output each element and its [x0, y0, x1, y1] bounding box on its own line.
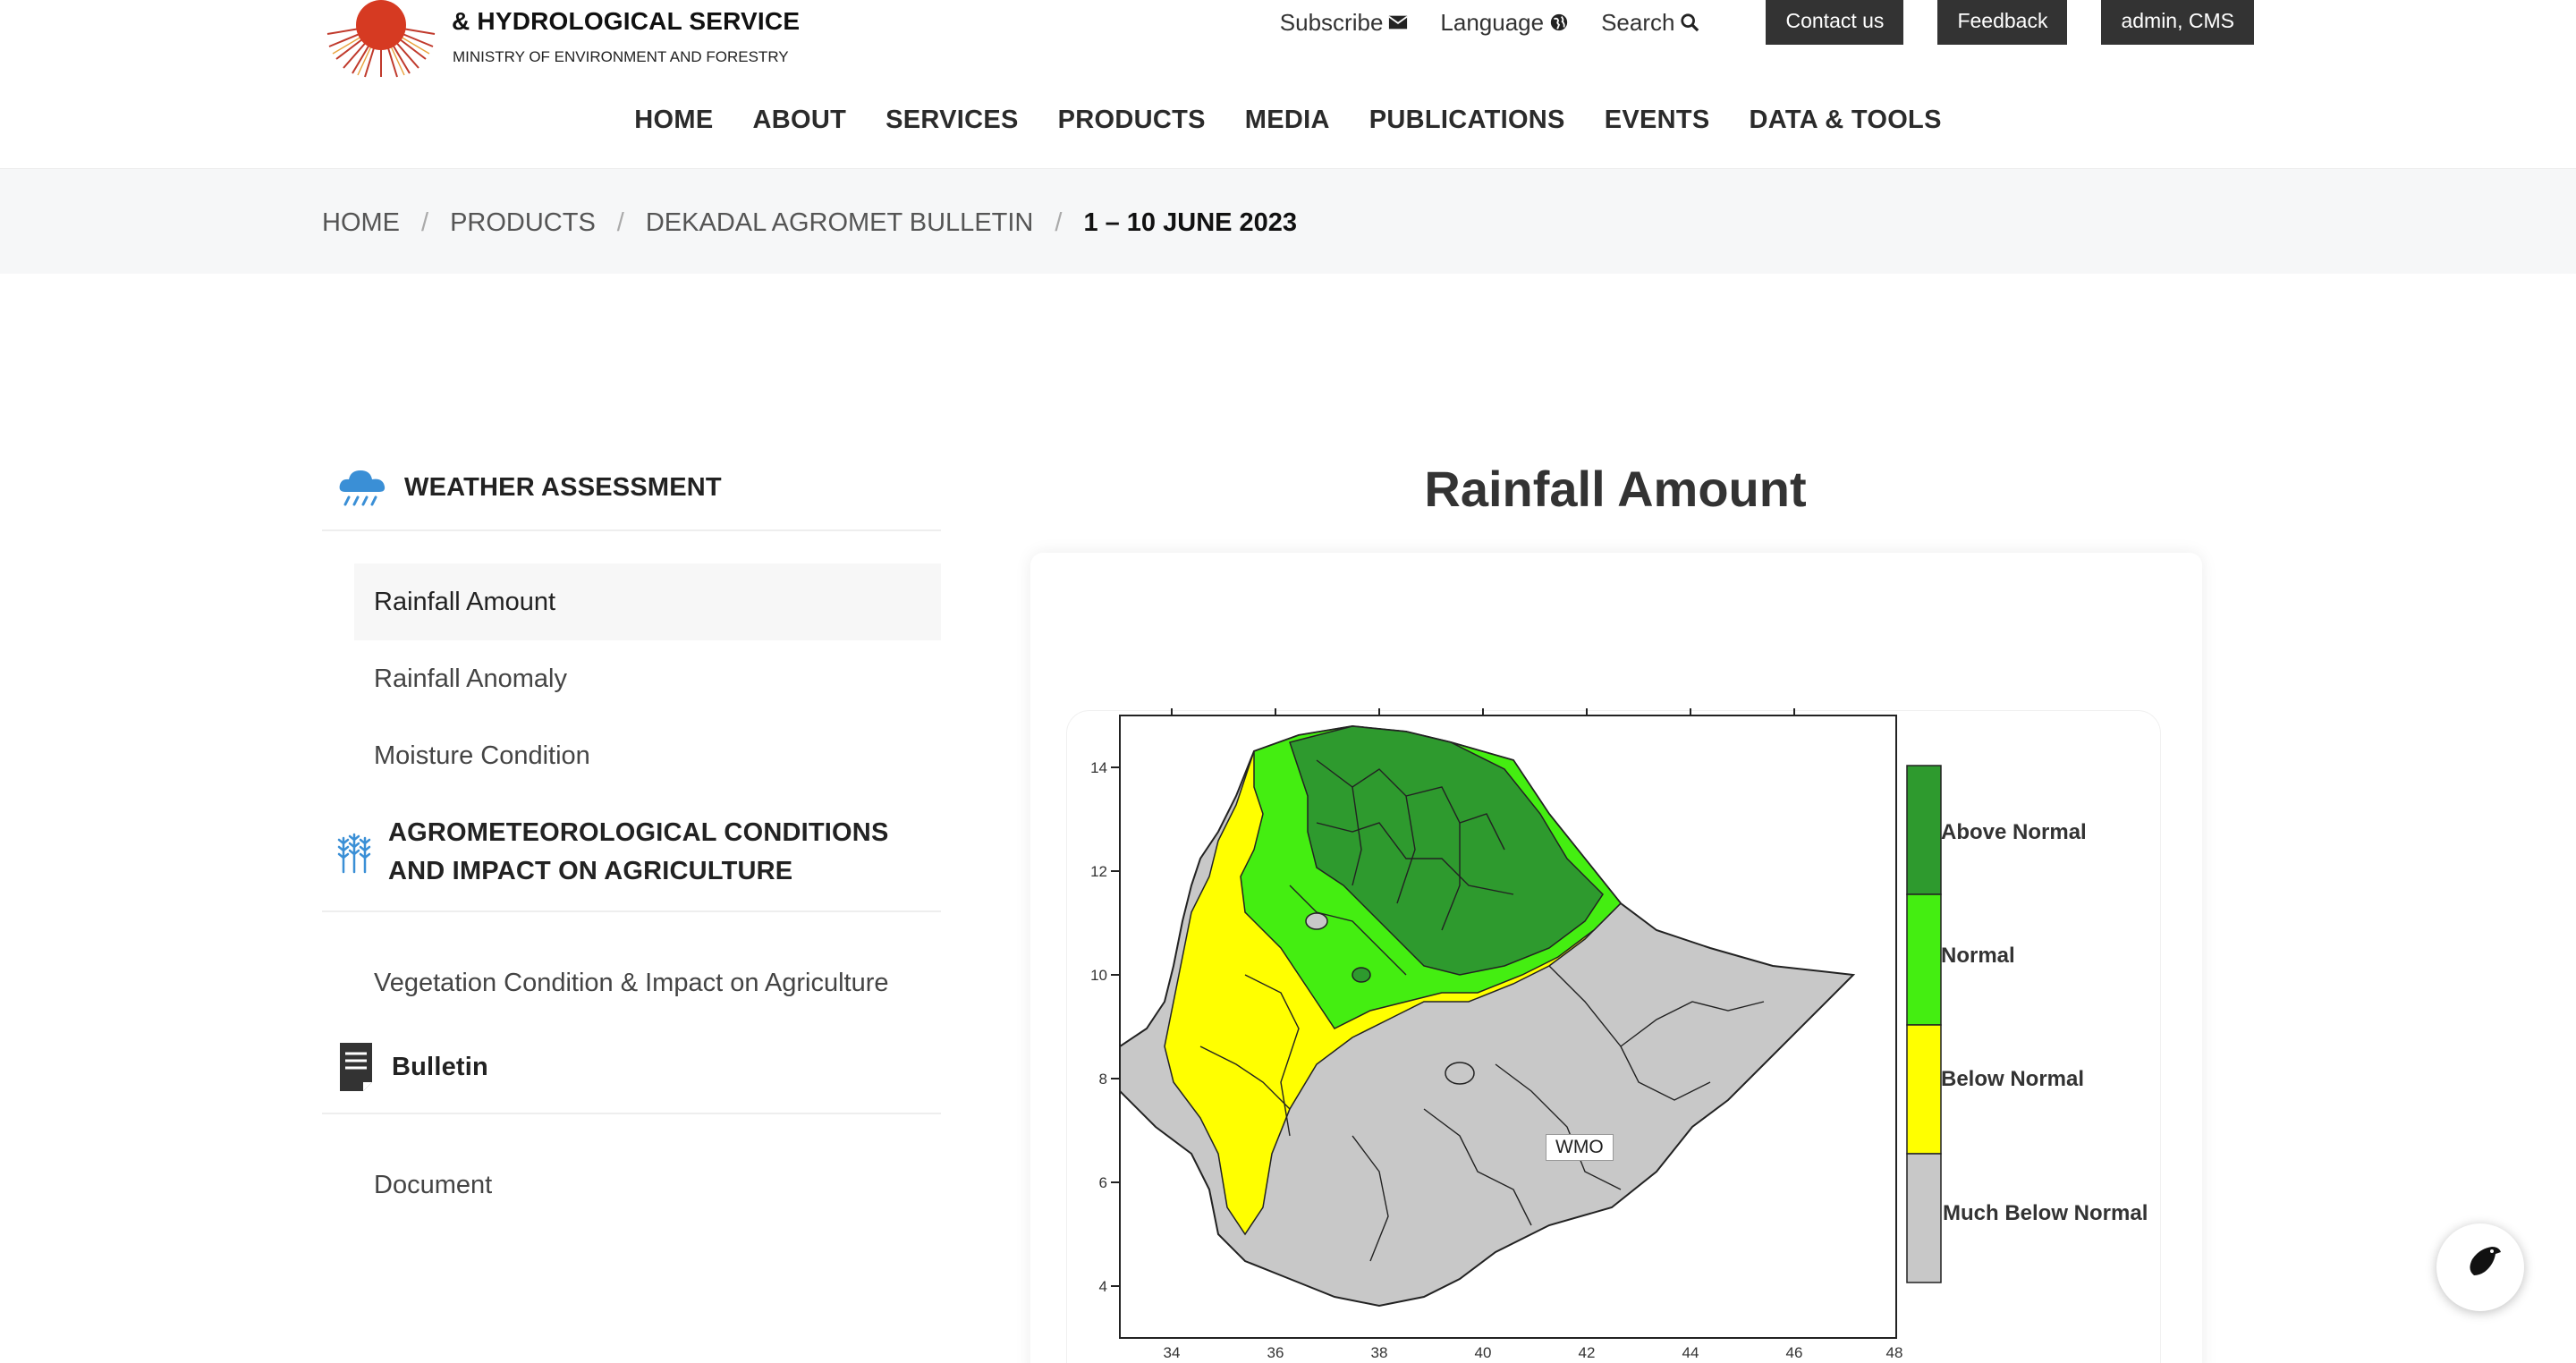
main-nav: HOME ABOUT SERVICES PRODUCTS MEDIA PUBLI…	[0, 106, 2576, 135]
rainfall-amount-map: 14 12 10 8 6 4 34 36 38 40 42 44 46 48 A…	[1090, 708, 2148, 1361]
legend-swatch-below-normal	[1906, 1024, 1942, 1155]
sidebar-item-document[interactable]: Document	[322, 1147, 941, 1223]
breadcrumb: HOME / PRODUCTS / DEKADAL AGROMET BULLET…	[322, 208, 1297, 238]
agromet-heading: AGROMETEOROLOGICAL CONDITIONS AND IMPACT…	[388, 818, 889, 885]
nav-publications[interactable]: PUBLICATIONS	[1369, 106, 1565, 135]
utility-bar: Subscribe Language Search Contact us Fee…	[1280, 0, 2254, 45]
nav-home[interactable]: HOME	[634, 106, 713, 135]
nav-events[interactable]: EVENTS	[1605, 106, 1710, 135]
x-tick-label: 40	[1475, 1344, 1492, 1361]
legend-swatch-normal	[1906, 893, 1942, 1026]
bird-icon	[2463, 1247, 2501, 1290]
globe-icon	[1550, 13, 1568, 31]
section-bulletin[interactable]: Bulletin	[322, 1041, 941, 1114]
x-tick-label: 38	[1371, 1344, 1388, 1361]
x-tick-label: 36	[1267, 1344, 1284, 1361]
nav-media[interactable]: MEDIA	[1245, 106, 1330, 135]
map-watermark: WMO	[1546, 1134, 1614, 1161]
language-link[interactable]: Language	[1440, 9, 1569, 37]
y-tick-label: 4	[1099, 1278, 1107, 1295]
section-agromet-conditions[interactable]: AGROMETEOROLOGICAL CONDITIONS AND IMPACT…	[322, 814, 941, 912]
breadcrumb-products[interactable]: PRODUCTS	[450, 208, 596, 238]
breadcrumb-bar: HOME / PRODUCTS / DEKADAL AGROMET BULLET…	[0, 168, 2576, 274]
breadcrumb-current: 1 – 10 JUNE 2023	[1083, 208, 1298, 237]
chat-widget-button[interactable]	[2436, 1223, 2524, 1311]
legend-label: Below Normal	[1941, 1067, 2084, 1091]
contact-us-button[interactable]: Contact us	[1766, 0, 1904, 45]
site-header: & HYDROLOGICAL SERVICE MINISTRY OF ENVIR…	[0, 0, 2576, 168]
wheat-icon	[337, 833, 371, 874]
legend-swatch-above-normal	[1906, 765, 1942, 895]
nav-services[interactable]: SERVICES	[886, 106, 1019, 135]
envelope-icon	[1388, 15, 1409, 30]
breadcrumb-separator: /	[421, 208, 429, 237]
document-icon	[340, 1043, 372, 1091]
sidebar: WEATHER ASSESSMENT Rainfall Amount Rainf…	[322, 465, 941, 1223]
subscribe-label: Subscribe	[1279, 8, 1384, 36]
breadcrumb-home[interactable]: HOME	[322, 208, 400, 238]
rain-cloud-icon	[339, 470, 386, 506]
bulletin-heading: Bulletin	[392, 1052, 488, 1081]
legend-label: Normal	[1941, 944, 2015, 968]
breadcrumb-separator: /	[616, 208, 624, 237]
y-tick-label: 6	[1099, 1174, 1107, 1191]
legend-label: Above Normal	[1941, 820, 2087, 844]
breadcrumb-separator: /	[1055, 208, 1063, 237]
search-label: Search	[1601, 8, 1675, 36]
section-weather-assessment[interactable]: WEATHER ASSESSMENT	[322, 465, 941, 531]
x-tick-label: 44	[1682, 1344, 1699, 1361]
y-tick-label: 14	[1090, 759, 1107, 776]
y-tick-label: 10	[1090, 967, 1107, 984]
weather-assessment-heading: WEATHER ASSESSMENT	[404, 472, 722, 502]
y-tick-label: 12	[1090, 863, 1107, 880]
y-tick-label: 8	[1099, 1071, 1107, 1088]
page-title: Rainfall Amount	[1424, 461, 1807, 517]
legend-label: Much Below Normal	[1943, 1201, 2148, 1225]
x-tick-label: 46	[1786, 1344, 1803, 1361]
x-tick-label: 34	[1164, 1344, 1181, 1361]
nav-products[interactable]: PRODUCTS	[1058, 106, 1206, 135]
nav-data-tools[interactable]: DATA & TOOLS	[1750, 106, 1942, 135]
org-title: & HYDROLOGICAL SERVICE	[452, 7, 801, 35]
subscribe-link[interactable]: Subscribe	[1280, 9, 1409, 37]
language-label: Language	[1440, 8, 1545, 36]
search-icon	[1681, 13, 1699, 32]
x-tick-label: 42	[1579, 1344, 1596, 1361]
legend-swatch-much-below-normal	[1906, 1153, 1942, 1283]
feedback-button[interactable]: Feedback	[1937, 0, 2068, 45]
sidebar-item-vegetation-condition[interactable]: Vegetation Condition & Impact on Agricul…	[322, 944, 941, 1021]
sidebar-item-moisture-condition[interactable]: Moisture Condition	[322, 717, 941, 794]
sidebar-item-rainfall-anomaly[interactable]: Rainfall Anomaly	[322, 640, 941, 717]
admin-account-button[interactable]: admin, CMS	[2101, 0, 2254, 45]
nav-about[interactable]: ABOUT	[752, 106, 846, 135]
search-link[interactable]: Search	[1601, 9, 1699, 37]
breadcrumb-dekadal-bulletin[interactable]: DEKADAL AGROMET BULLETIN	[646, 208, 1034, 238]
sidebar-item-rainfall-amount[interactable]: Rainfall Amount	[354, 563, 941, 640]
service-logo[interactable]	[324, 0, 438, 79]
x-tick-label: 48	[1886, 1344, 1903, 1361]
org-subtitle: MINISTRY OF ENVIRONMENT AND FORESTRY	[453, 48, 789, 65]
